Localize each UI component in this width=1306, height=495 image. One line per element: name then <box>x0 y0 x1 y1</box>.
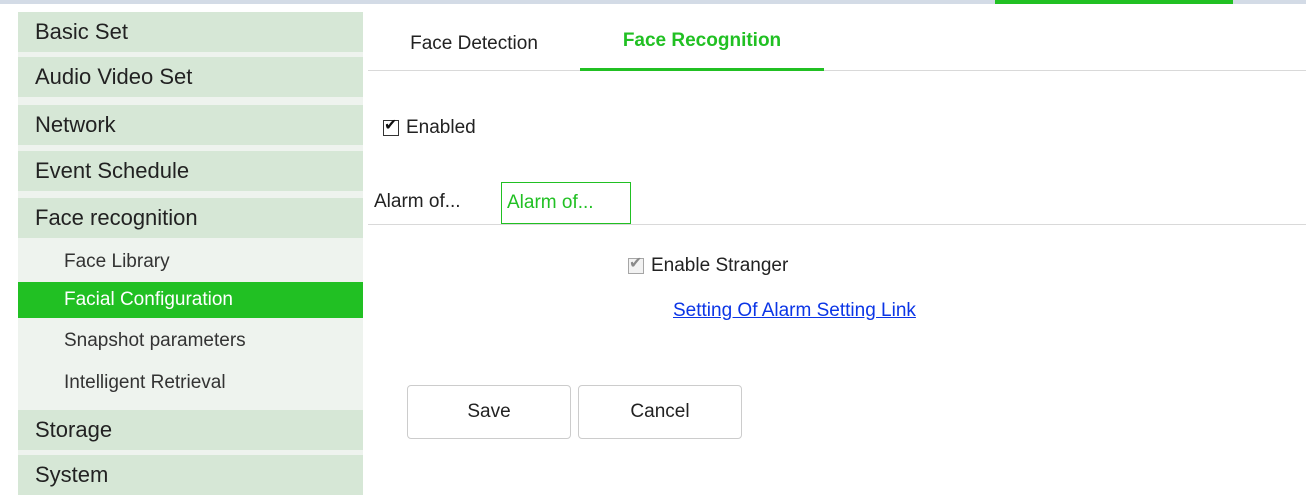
tab-face-recognition[interactable]: Face Recognition <box>580 16 824 71</box>
sidebar-item-audio-video-set[interactable]: Audio Video Set <box>18 57 363 97</box>
check-icon: ✔ <box>384 117 398 134</box>
tab-bar: Face Detection Face Recognition <box>368 16 1306 71</box>
tab-face-detection[interactable]: Face Detection <box>368 16 580 68</box>
alarm-setting-link[interactable]: Setting Of Alarm Setting Link <box>673 300 916 322</box>
enabled-label: Enabled <box>406 117 476 138</box>
sidebar-subitem-facial-configuration[interactable]: Facial Configuration <box>18 282 363 318</box>
sidebar-item-network[interactable]: Network <box>18 105 363 145</box>
subtab-alarm-1[interactable]: Alarm of... <box>374 182 502 224</box>
check-icon: ✔ <box>629 255 643 272</box>
enabled-checkbox[interactable]: ✔ <box>383 117 399 136</box>
alarm-subtab-bar: Alarm of... Alarm of... <box>368 182 1306 225</box>
main-panel: Face Detection Face Recognition ✔ Enable… <box>368 4 1306 495</box>
enable-stranger-label: Enable Stranger <box>651 255 789 276</box>
sidebar-item-basic-set[interactable]: Basic Set <box>18 12 363 52</box>
enable-stranger-checkbox[interactable]: ✔ <box>628 255 644 274</box>
sidebar-item-face-recognition[interactable]: Face recognition <box>18 198 363 238</box>
sidebar: Basic Set Audio Video Set Network Event … <box>18 12 363 495</box>
sidebar-subitem-snapshot-parameters[interactable]: Snapshot parameters <box>18 323 363 359</box>
save-button[interactable]: Save <box>407 385 571 439</box>
sidebar-subitem-intelligent-retrieval[interactable]: Intelligent Retrieval <box>18 365 363 401</box>
enabled-row: ✔ Enabled <box>383 116 476 140</box>
sidebar-subitem-face-library[interactable]: Face Library <box>18 244 363 280</box>
cancel-button[interactable]: Cancel <box>578 385 742 439</box>
sidebar-item-system[interactable]: System <box>18 455 363 495</box>
sidebar-item-event-schedule[interactable]: Event Schedule <box>18 151 363 191</box>
app-root: Basic Set Audio Video Set Network Event … <box>0 0 1306 495</box>
enable-stranger-row: ✔ Enable Stranger <box>628 254 788 278</box>
subtab-alarm-2[interactable]: Alarm of... <box>501 182 631 224</box>
sidebar-item-storage[interactable]: Storage <box>18 410 363 450</box>
